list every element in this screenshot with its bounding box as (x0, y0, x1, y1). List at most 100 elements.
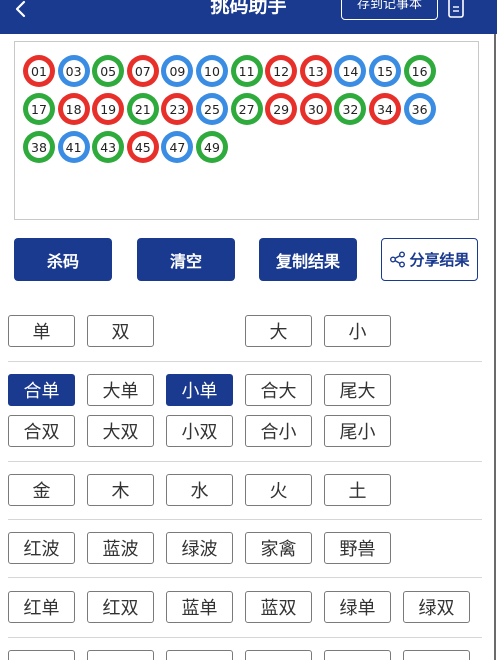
filter-sum-small[interactable]: 合小 (245, 415, 312, 447)
number-ball-label: 27 (235, 98, 258, 120)
number-ball[interactable]: 16 (403, 55, 436, 87)
filter-sum-big[interactable]: 合大 (245, 374, 312, 406)
filter-chip-partial[interactable] (8, 650, 75, 660)
copy-result-button[interactable]: 复制结果 (259, 238, 357, 281)
filter-fire[interactable]: 火 (245, 474, 312, 506)
number-ball-label: 16 (408, 60, 431, 82)
number-ball[interactable]: 14 (334, 55, 367, 87)
filter-small-even[interactable]: 小双 (166, 415, 233, 447)
filter-red-even[interactable]: 红双 (87, 591, 154, 623)
number-ball[interactable]: 15 (369, 55, 401, 87)
filter-red-odd[interactable]: 红单 (8, 591, 75, 623)
number-ball-label: 18 (62, 98, 85, 120)
section-divider (8, 637, 482, 638)
number-ball[interactable]: 30 (299, 93, 332, 125)
number-ball[interactable]: 38 (23, 131, 55, 163)
number-ball[interactable]: 21 (126, 93, 159, 125)
number-ball[interactable]: 18 (57, 93, 90, 125)
number-ball[interactable]: 01 (23, 55, 55, 87)
number-ball-label: 12 (270, 60, 293, 82)
clear-button[interactable]: 清空 (137, 238, 235, 281)
number-ball-label: 30 (304, 98, 327, 120)
save-to-notepad-button[interactable]: 存到记事本 (341, 0, 438, 20)
filter-big-odd[interactable]: 大单 (87, 374, 154, 406)
filter-big-even[interactable]: 大双 (87, 415, 154, 447)
number-ball[interactable]: 07 (126, 55, 159, 87)
number-ball[interactable]: 03 (57, 55, 90, 87)
number-ball-label: 34 (374, 98, 396, 120)
number-ball[interactable]: 05 (92, 55, 125, 87)
filter-sum-odd[interactable]: 合单 (8, 374, 75, 406)
filter-green-odd[interactable]: 绿单 (324, 591, 391, 623)
filter-odd[interactable]: 单 (8, 315, 75, 347)
number-ball-label: 41 (62, 136, 85, 158)
filter-blue-wave[interactable]: 蓝波 (87, 532, 154, 564)
number-ball-label: 47 (166, 136, 189, 158)
number-ball[interactable]: 11 (230, 55, 263, 87)
number-ball[interactable]: 29 (265, 93, 298, 125)
filter-beast[interactable]: 野兽 (324, 532, 391, 564)
number-ball-label: 19 (97, 98, 120, 120)
section-divider (8, 461, 482, 462)
filter-sum-even[interactable]: 合双 (8, 415, 75, 447)
number-ball[interactable]: 47 (161, 131, 194, 163)
number-ball[interactable]: 36 (403, 93, 436, 125)
number-ball[interactable]: 27 (230, 93, 263, 125)
number-ball[interactable]: 17 (23, 93, 55, 125)
number-ball[interactable]: 09 (161, 55, 194, 87)
number-ball[interactable]: 41 (57, 131, 90, 163)
number-ball-label: 43 (97, 136, 120, 158)
number-ball-label: 21 (131, 98, 154, 120)
section-divider (8, 577, 482, 578)
filter-green-wave[interactable]: 绿波 (166, 532, 233, 564)
filter-metal[interactable]: 金 (8, 474, 75, 506)
number-ball-label: 29 (270, 98, 293, 120)
filter-small[interactable]: 小 (324, 315, 391, 347)
number-ball[interactable]: 45 (126, 131, 159, 163)
number-ball[interactable]: 12 (265, 55, 298, 87)
filter-poultry[interactable]: 家禽 (245, 532, 312, 564)
number-ball[interactable]: 43 (92, 131, 125, 163)
number-ball-label: 45 (131, 136, 154, 158)
notepad-icon[interactable] (447, 0, 465, 18)
filter-chip-partial[interactable] (245, 650, 312, 660)
number-ball[interactable]: 23 (161, 93, 194, 125)
filter-small-odd[interactable]: 小单 (166, 374, 233, 406)
number-ball-label: 25 (201, 98, 223, 120)
section-divider (8, 519, 482, 520)
filter-big[interactable]: 大 (245, 315, 312, 347)
kill-number-button[interactable]: 杀码 (14, 238, 112, 281)
section-divider (8, 361, 482, 362)
filter-blue-odd[interactable]: 蓝单 (166, 591, 233, 623)
number-ball[interactable]: 25 (196, 93, 228, 125)
number-ball-label: 01 (28, 60, 50, 82)
filter-red-wave[interactable]: 红波 (8, 532, 75, 564)
number-ball-label: 49 (201, 136, 223, 158)
number-ball-label: 10 (201, 60, 223, 82)
filter-chip-partial[interactable] (166, 650, 233, 660)
number-ball[interactable]: 10 (196, 55, 228, 87)
right-edge-divider (494, 34, 496, 660)
filter-wood[interactable]: 木 (87, 474, 154, 506)
share-result-button[interactable]: 分享结果 (381, 238, 478, 281)
number-ball-label: 14 (339, 60, 362, 82)
number-ball-label: 07 (131, 60, 154, 82)
filter-tail-small[interactable]: 尾小 (324, 415, 391, 447)
number-ball[interactable]: 19 (92, 93, 125, 125)
filter-even[interactable]: 双 (87, 315, 154, 347)
filter-tail-big[interactable]: 尾大 (324, 374, 391, 406)
filter-water[interactable]: 水 (166, 474, 233, 506)
filter-blue-even[interactable]: 蓝双 (245, 591, 312, 623)
filter-chip-partial[interactable] (87, 650, 154, 660)
filter-chip-partial[interactable] (403, 650, 470, 660)
number-ball[interactable]: 49 (196, 131, 228, 163)
share-result-label: 分享结果 (409, 251, 470, 269)
filter-chip-partial[interactable] (324, 650, 391, 660)
filter-earth[interactable]: 土 (324, 474, 391, 506)
number-ball[interactable]: 13 (299, 55, 332, 87)
number-ball-label: 11 (235, 60, 258, 82)
number-ball[interactable]: 32 (334, 93, 367, 125)
number-ball[interactable]: 34 (369, 93, 401, 125)
number-ball-label: 32 (339, 98, 362, 120)
filter-green-even[interactable]: 绿双 (403, 591, 470, 623)
